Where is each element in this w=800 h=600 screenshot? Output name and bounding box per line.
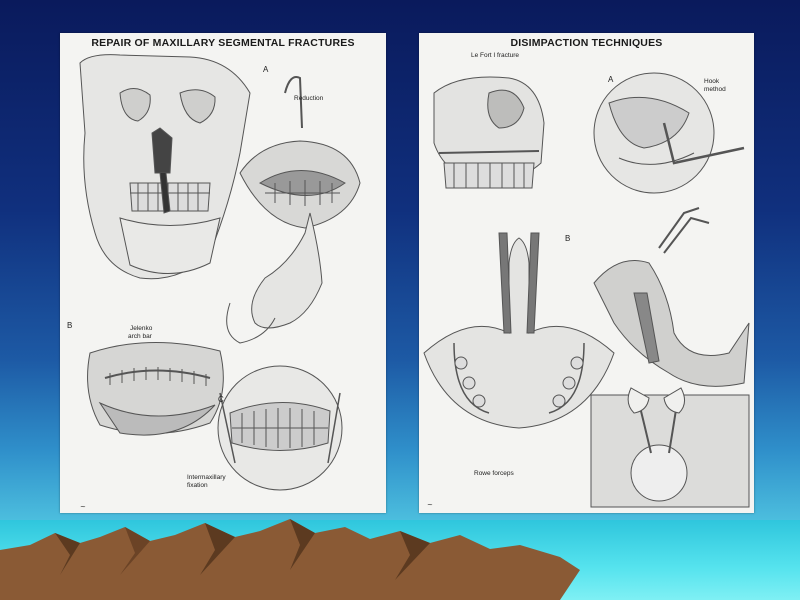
left-label-a: A <box>263 65 269 74</box>
label-arch-bar-line2: arch bar <box>128 333 152 340</box>
left-label-b: B <box>67 321 73 330</box>
label-fixation-line2: fixation <box>187 482 208 489</box>
artist-signature-right: ~ <box>427 501 433 509</box>
mountain-range <box>0 519 580 600</box>
disimpaction-illustration <box>423 72 750 508</box>
label-lefort-fracture: Le Fort I fracture <box>471 52 520 59</box>
right-label-b: B <box>565 234 571 243</box>
label-rowe-forceps: Rowe forceps <box>474 470 514 477</box>
label-arch-bar-line1: Jelenko <box>130 325 153 332</box>
right-illustration-plate: DISIMPACTION TECHNIQUES Le Fort I fractu… <box>419 33 754 513</box>
label-reduction: Reduction <box>294 95 324 102</box>
label-fixation-line1: Intermaxillary <box>187 474 226 481</box>
right-label-a: A <box>608 75 614 84</box>
artist-signature-left: ~ <box>80 503 86 511</box>
label-hook-line2: method <box>704 86 726 93</box>
maxillary-fracture-illustration <box>79 54 361 491</box>
left-illustration-plate: REPAIR OF MAXILLARY SEGMENTAL FRACTURES <box>60 33 386 513</box>
left-label-c: C <box>218 395 224 404</box>
label-hook-line1: Hook <box>704 78 720 85</box>
